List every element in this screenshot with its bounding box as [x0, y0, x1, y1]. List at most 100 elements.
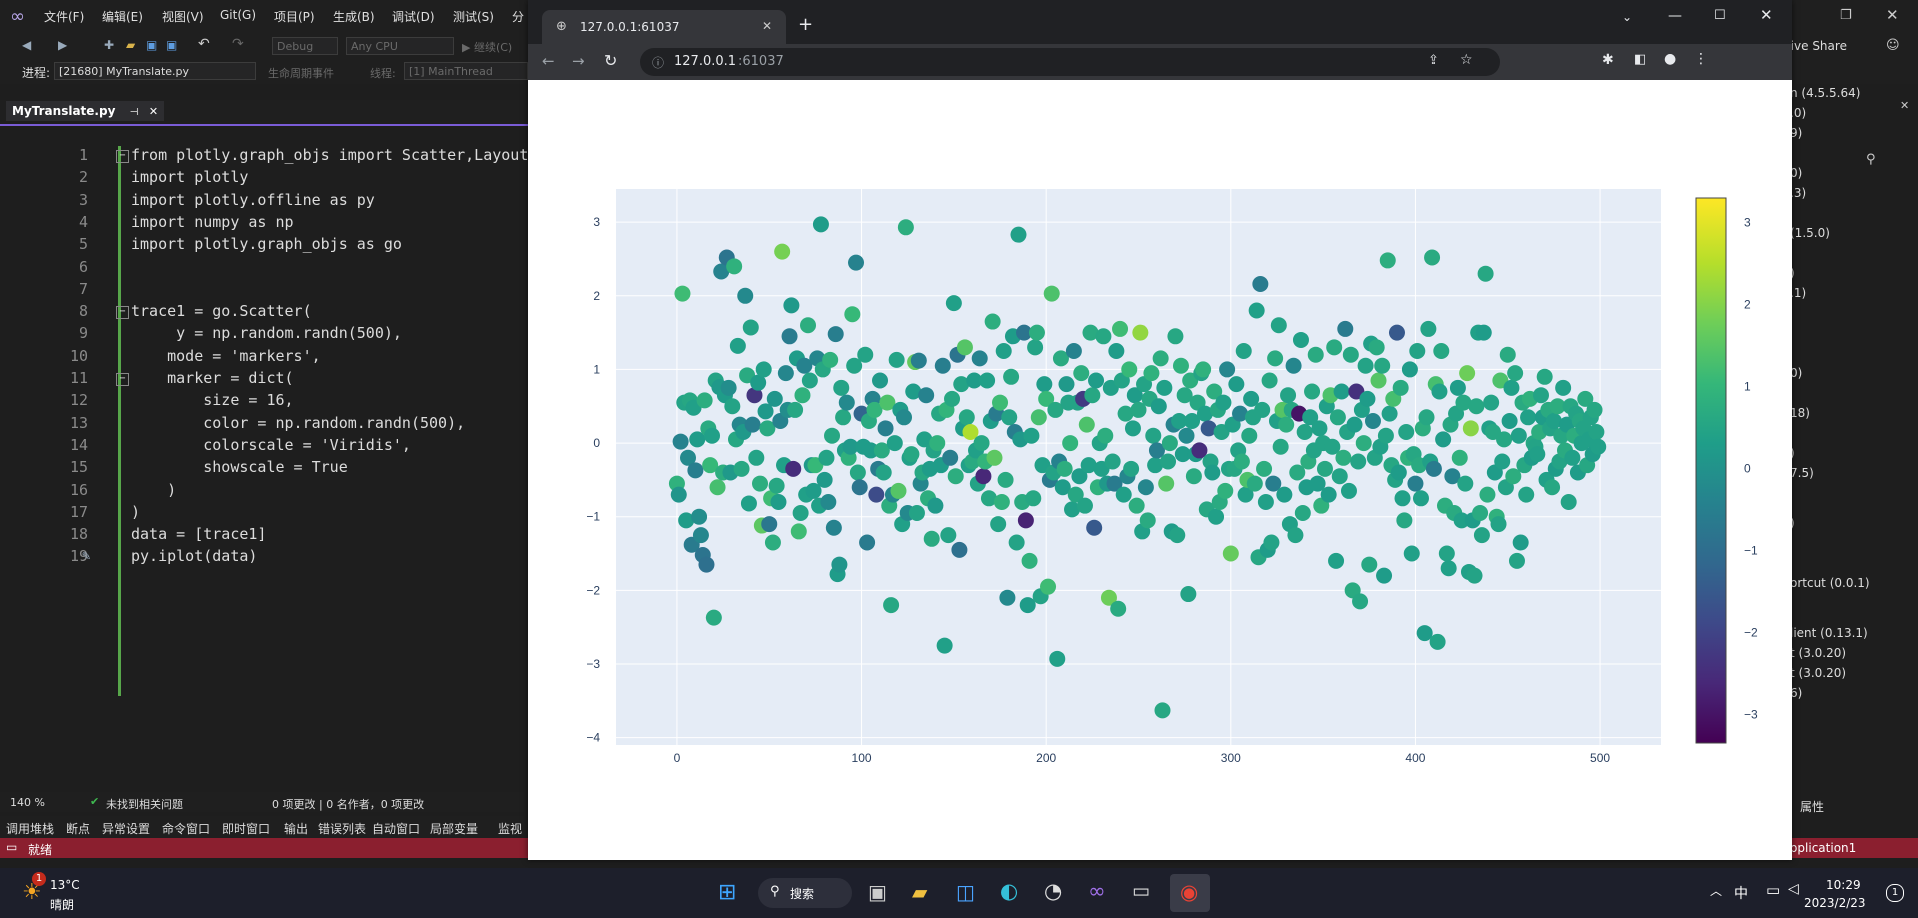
- process-select[interactable]: [21680] MyTranslate.py: [54, 62, 256, 80]
- notification-badge[interactable]: 1: [1886, 884, 1904, 902]
- scatter-point[interactable]: [1008, 534, 1025, 551]
- vs-close-icon[interactable]: ✕: [1886, 6, 1899, 24]
- package-item[interactable]: .3): [1790, 186, 1806, 200]
- scatter-point[interactable]: [1021, 552, 1038, 569]
- code-editor[interactable]: 1 from plotly.graph_objs import Scatter,L…: [6, 138, 528, 788]
- scatter-point[interactable]: [1056, 460, 1073, 477]
- scatter-point[interactable]: [1049, 650, 1066, 667]
- pin-icon[interactable]: ⊣: [130, 107, 139, 118]
- scatter-point[interactable]: [1062, 435, 1079, 452]
- scatter-point[interactable]: [1398, 424, 1415, 441]
- scatter-point[interactable]: [1097, 427, 1114, 444]
- scatter-point[interactable]: [986, 449, 1003, 466]
- undo-icon[interactable]: ↶: [198, 36, 210, 52]
- scatter-point[interactable]: [910, 352, 927, 369]
- scatter-point[interactable]: [820, 493, 837, 510]
- scatter-point[interactable]: [1112, 320, 1129, 337]
- scatter-point[interactable]: [742, 319, 759, 336]
- scatter-point[interactable]: [825, 519, 842, 536]
- scatter-point[interactable]: [1392, 379, 1409, 396]
- bottom-tab[interactable]: 调用堆栈: [6, 820, 54, 837]
- properties-label[interactable]: 属性: [1800, 798, 1824, 815]
- code-line[interactable]: marker = dict(: [131, 369, 293, 387]
- scatter-point[interactable]: [1058, 376, 1075, 393]
- scatter-point[interactable]: [872, 372, 889, 389]
- live-share-button[interactable]: Live Share: [1784, 39, 1847, 53]
- scatter-point[interactable]: [1235, 343, 1252, 360]
- scatter-point[interactable]: [1529, 446, 1546, 463]
- scatter-point[interactable]: [1076, 497, 1093, 514]
- vs-restore-icon[interactable]: ❐: [1840, 8, 1852, 23]
- scatter-point[interactable]: [1156, 379, 1173, 396]
- menu-view[interactable]: 视图(V): [162, 8, 204, 25]
- scatter-point[interactable]: [1508, 552, 1525, 569]
- panel-search-icon[interactable]: ⚲: [1866, 152, 1876, 167]
- scatter-point[interactable]: [1490, 516, 1507, 533]
- scatter-point[interactable]: [1154, 702, 1171, 719]
- scatter-point[interactable]: [1473, 527, 1490, 544]
- scatter-point[interactable]: [768, 477, 785, 494]
- scatter-point[interactable]: [740, 495, 757, 512]
- scatter-point[interactable]: [940, 527, 957, 544]
- terminal-icon[interactable]: ▭: [1132, 880, 1150, 902]
- scatter-point[interactable]: [1278, 416, 1295, 433]
- scatter-point[interactable]: [1396, 512, 1413, 529]
- code-line[interactable]: ): [131, 481, 176, 499]
- scatter-point[interactable]: [1564, 449, 1581, 466]
- scatter-point[interactable]: [1276, 486, 1293, 503]
- tab-search-icon[interactable]: ⌄: [1622, 10, 1632, 24]
- scatter-point[interactable]: [824, 427, 841, 444]
- scatter-point[interactable]: [1169, 527, 1186, 544]
- scatter-point[interactable]: [1123, 460, 1140, 477]
- menu-file[interactable]: 文件(F): [44, 8, 84, 25]
- scatter-point[interactable]: [1496, 431, 1513, 448]
- scatter-point[interactable]: [1023, 427, 1040, 444]
- scatter-point[interactable]: [1180, 586, 1197, 603]
- scatter-point[interactable]: [1104, 453, 1121, 470]
- minimize-icon[interactable]: —: [1668, 8, 1682, 24]
- scatter-point[interactable]: [1292, 331, 1309, 348]
- new-tab-icon[interactable]: +: [798, 14, 813, 35]
- scatter-plot[interactable]: 3210−1−2−3−4 0 100 200 300 400 500 3210−…: [528, 80, 1792, 860]
- git-changes-status[interactable]: 0 项更改 | 0 名作者，0 项更改: [272, 796, 424, 812]
- scatter-point[interactable]: [800, 317, 817, 334]
- scatter-point[interactable]: [1370, 372, 1387, 389]
- scatter-point[interactable]: [674, 285, 691, 302]
- panel-close-icon[interactable]: ✕: [1900, 99, 1909, 112]
- scatter-point[interactable]: [777, 365, 794, 382]
- scatter-point[interactable]: [737, 287, 754, 304]
- network-icon[interactable]: ▭: [1766, 881, 1780, 899]
- scatter-point[interactable]: [1137, 479, 1154, 496]
- scatter-point[interactable]: [942, 449, 959, 466]
- scatter-point[interactable]: [822, 351, 839, 368]
- clock-time[interactable]: 10:29: [1826, 878, 1861, 892]
- ime-indicator[interactable]: 中: [1734, 883, 1748, 903]
- scatter-point[interactable]: [934, 357, 951, 374]
- code-line[interactable]: import plotly: [131, 168, 248, 186]
- scatter-point[interactable]: [886, 435, 903, 452]
- package-item[interactable]: .1): [1790, 286, 1806, 300]
- code-line[interactable]: py.iplot(data): [131, 547, 257, 565]
- scatter-point[interactable]: [1017, 512, 1034, 529]
- scatter-point[interactable]: [1287, 527, 1304, 544]
- scatter-point[interactable]: [794, 387, 811, 404]
- chat-app-icon[interactable]: ◔: [1044, 879, 1062, 903]
- package-item[interactable]: t (3.0.20): [1790, 666, 1846, 680]
- scatter-point[interactable]: [1340, 482, 1357, 499]
- scatter-point[interactable]: [868, 486, 885, 503]
- scatter-point[interactable]: [1167, 328, 1184, 345]
- scatter-point[interactable]: [997, 471, 1014, 488]
- fold-toggle-icon[interactable]: −: [116, 373, 129, 386]
- scatter-point[interactable]: [1263, 534, 1280, 551]
- menu-edit[interactable]: 编辑(E): [102, 8, 143, 25]
- scatter-point[interactable]: [1128, 497, 1145, 514]
- back-icon[interactable]: ←: [542, 52, 555, 70]
- code-line[interactable]: showscale = True: [131, 458, 348, 476]
- scatter-point[interactable]: [705, 609, 722, 626]
- code-line[interactable]: mode = 'markers',: [131, 347, 321, 365]
- scatter-point[interactable]: [696, 392, 713, 409]
- scatter-point[interactable]: [1381, 405, 1398, 422]
- scatter-point[interactable]: [897, 219, 914, 236]
- scatter-point[interactable]: [1532, 387, 1549, 404]
- scatter-point[interactable]: [687, 462, 704, 479]
